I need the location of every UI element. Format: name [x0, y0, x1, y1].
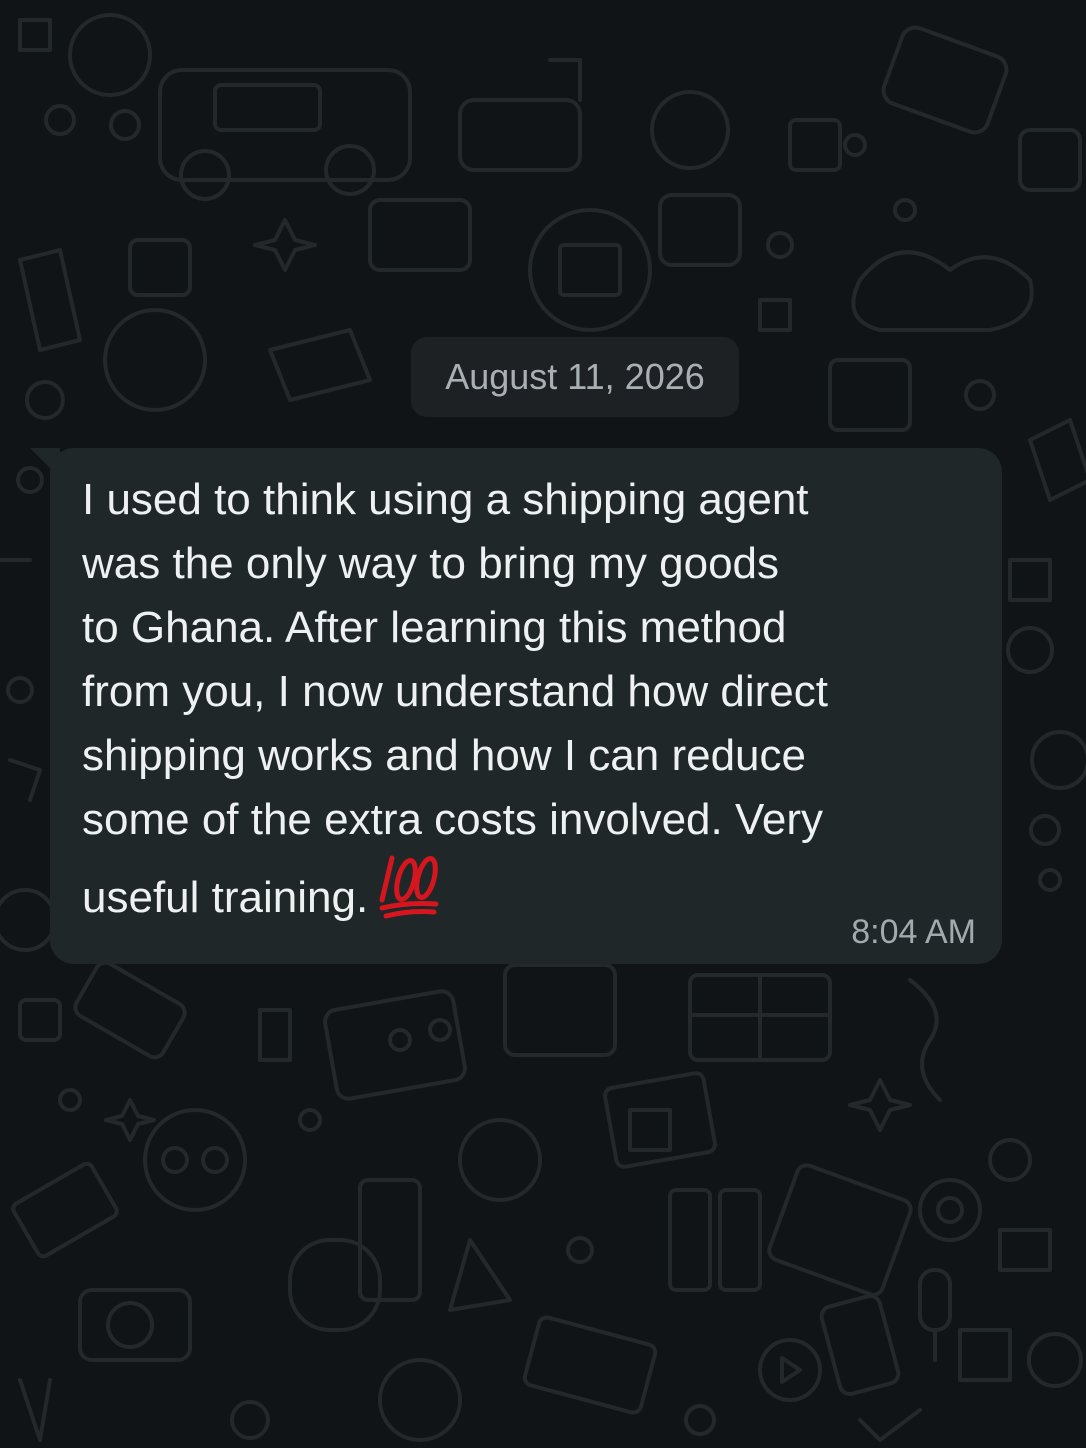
- message-timestamp: 8:04 AM: [851, 913, 976, 951]
- date-separator: August 11, 2026: [411, 337, 739, 417]
- hundred-points-icon: [379, 855, 439, 919]
- message-text-block: I used to think using a shipping agent w…: [82, 468, 962, 930]
- message-body: I used to think using a shipping agent w…: [82, 475, 828, 922]
- incoming-message-bubble[interactable]: I used to think using a shipping agent w…: [50, 448, 1002, 964]
